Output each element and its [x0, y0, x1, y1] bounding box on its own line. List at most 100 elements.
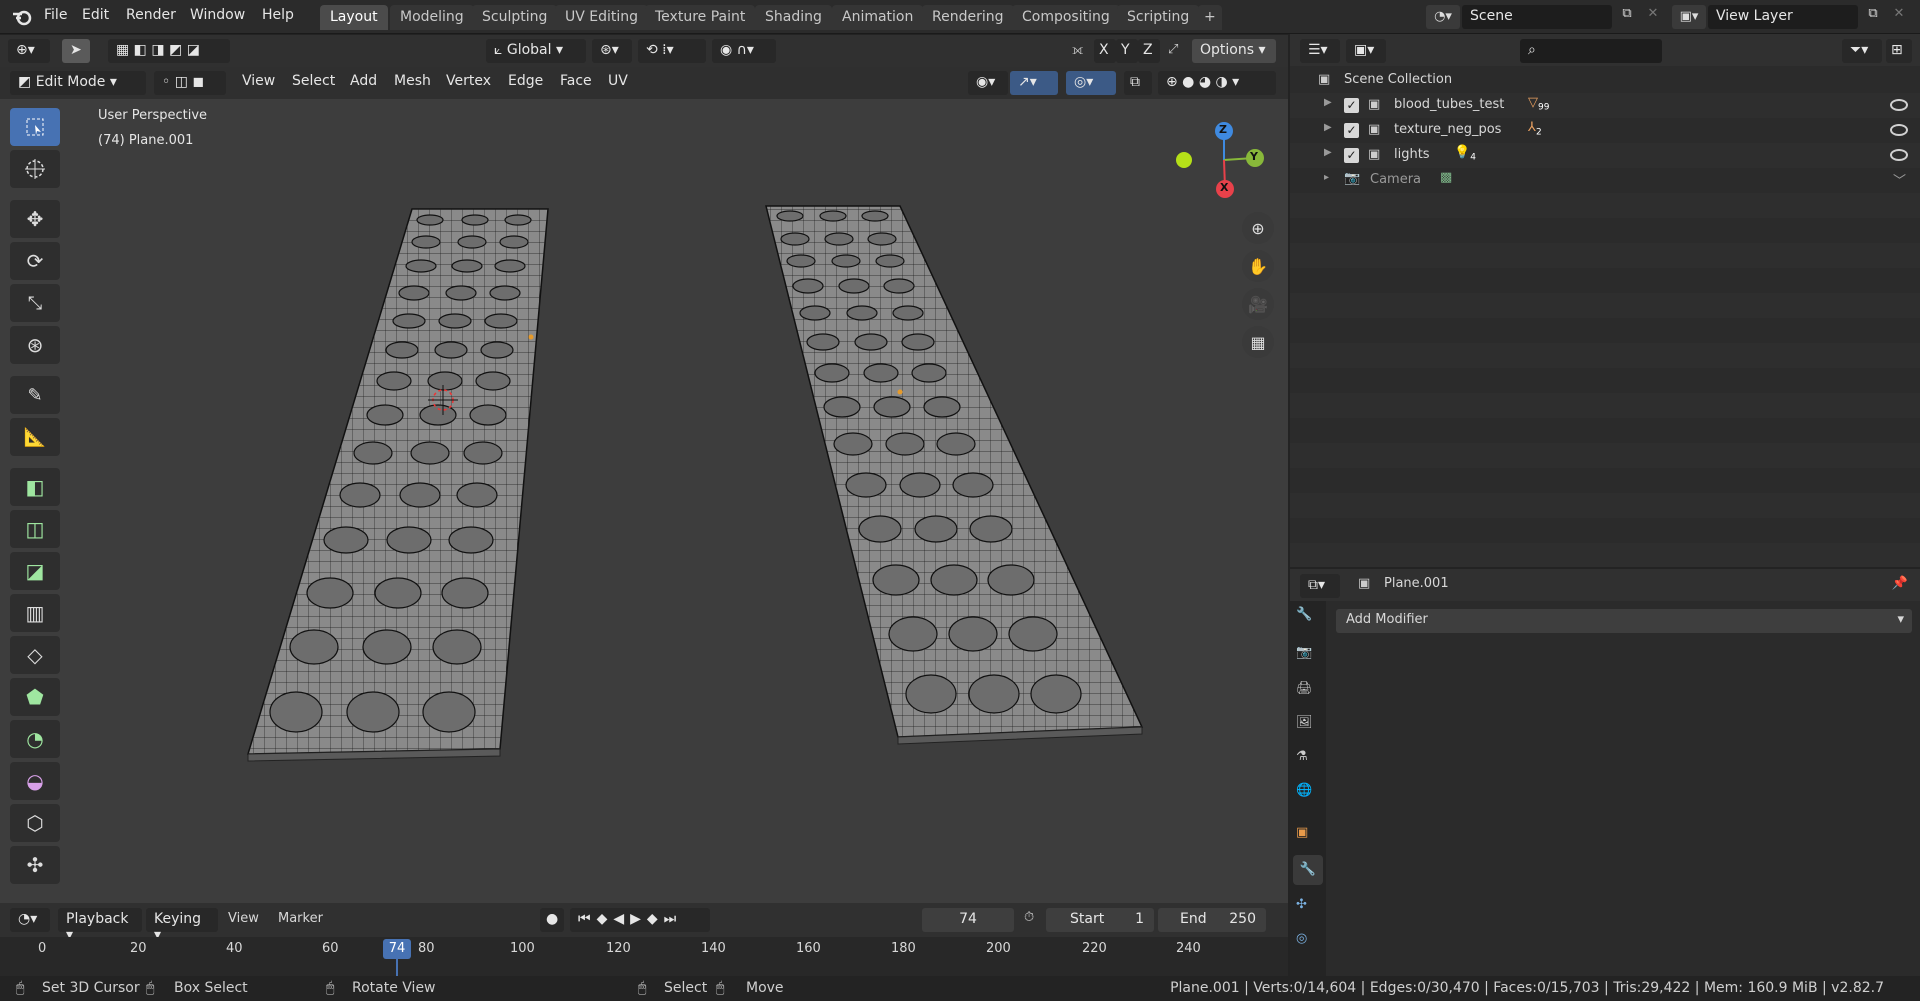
new-collection-icon[interactable]: ⊞ [1886, 39, 1912, 63]
current-frame-marker[interactable]: 74 [383, 939, 411, 959]
scale-tool-icon[interactable]: ⤡ [10, 284, 60, 322]
mirror-z-toggle[interactable]: Z [1138, 39, 1160, 63]
remove-scene-icon[interactable]: ✕ [1642, 6, 1664, 28]
timer-icon[interactable]: ⏱ [1024, 910, 1034, 925]
eye-icon[interactable] [1890, 124, 1908, 136]
editor-type-icon[interactable]: ⊕▾ [8, 39, 50, 63]
properties-editor-type-icon[interactable]: ⧉▾ [1300, 574, 1340, 598]
remove-view-layer-icon[interactable]: ✕ [1888, 6, 1910, 28]
knife-tool-icon[interactable]: ◇ [10, 636, 60, 674]
scene-icon[interactable]: ◔▾ [1426, 5, 1460, 29]
select-mode-buttons[interactable]: ▦ ◧ ◨ ◩ ◪ [108, 39, 230, 63]
filter-icon[interactable]: ⏷▾ [1842, 39, 1882, 63]
spin-tool-icon[interactable]: ◔ [10, 720, 60, 758]
tab-modeling[interactable]: Modeling [390, 5, 474, 30]
view-layer-field[interactable]: View Layer [1708, 5, 1858, 29]
new-scene-icon[interactable]: ⧉ [1616, 6, 1638, 28]
mirror-icon[interactable]: ⟗ [1072, 43, 1083, 58]
shrink-fatten-tool-icon[interactable]: ✣ [10, 846, 60, 884]
camera-data-icon[interactable]: ▩ [1440, 170, 1452, 185]
record-icon[interactable]: ● [540, 908, 564, 932]
exclude-checkbox[interactable]: ✓ [1344, 98, 1359, 113]
overlay-toggle-icon[interactable]: ◎▾ [1066, 71, 1116, 95]
timeline-view-menu[interactable]: View [228, 911, 259, 926]
scene-collection-row[interactable]: ▣ Scene Collection [1290, 68, 1920, 93]
auto-merge-icon[interactable]: ⤢ [1168, 42, 1178, 57]
left-plane-mesh[interactable] [246, 208, 549, 762]
particles-tab-icon[interactable]: ✣ [1296, 897, 1307, 912]
blender-logo-icon[interactable] [12, 8, 32, 26]
expand-arrow-icon[interactable]: ▶ [1324, 97, 1332, 108]
header-menu-uv[interactable]: UV [608, 73, 628, 89]
poly-build-tool-icon[interactable]: ⬟ [10, 678, 60, 716]
ortho-grid-icon[interactable]: ▦ [1242, 326, 1274, 358]
timeline-ruler[interactable]: 0 20 40 60 80 100 120 140 160 180 200 22… [0, 937, 1288, 976]
current-frame-field[interactable]: 74 [922, 908, 1014, 932]
exclude-checkbox[interactable]: ✓ [1344, 123, 1359, 138]
extrude-tool-icon[interactable]: ◧ [10, 468, 60, 506]
pivot-point-icon[interactable]: ⊛▾ [592, 39, 632, 63]
new-view-layer-icon[interactable]: ⧉ [1862, 6, 1884, 28]
exclude-checkbox[interactable]: ✓ [1344, 148, 1359, 163]
scene-tab-icon[interactable]: ⚗ [1296, 749, 1308, 764]
tool-tab-icon[interactable]: 🔧 [1296, 607, 1312, 622]
annotate-tool-icon[interactable]: ✎ [10, 376, 60, 414]
inset-tool-icon[interactable]: ◫ [10, 510, 60, 548]
light-icon[interactable]: 💡4 [1454, 145, 1476, 163]
rotate-tool-icon[interactable]: ⟳ [10, 242, 60, 280]
playback-controls[interactable]: ⏮◆◀▶◆⏭ [570, 908, 710, 932]
transform-tool-icon[interactable]: ⊛ [10, 326, 60, 364]
hidden-chevron-icon[interactable]: ﹀ [1893, 170, 1906, 189]
mirror-x-toggle[interactable]: X [1094, 39, 1116, 63]
end-frame-field[interactable]: End 250 [1158, 908, 1266, 932]
view-layer-icon[interactable]: ▣▾ [1672, 5, 1706, 29]
menu-render[interactable]: Render [126, 7, 176, 23]
expand-arrow-icon[interactable]: ▶ [1324, 122, 1332, 133]
select-box-tool-icon[interactable] [10, 108, 60, 146]
outliner-item[interactable]: ▶ ✓ ▣ blood_tubes_test ▽99 [1290, 93, 1920, 118]
menu-window[interactable]: Window [190, 7, 245, 23]
smooth-tool-icon[interactable]: ◒ [10, 762, 60, 800]
scene-name-field[interactable]: Scene [1462, 5, 1612, 29]
expand-arrow-icon[interactable]: ▸ [1324, 172, 1329, 183]
output-tab-icon[interactable]: 🖨 [1296, 681, 1313, 696]
camera-view-icon[interactable]: 🎥 [1242, 288, 1274, 320]
visibility-icon[interactable]: ◉▾ [968, 71, 1008, 95]
eye-icon[interactable] [1890, 149, 1908, 161]
bevel-tool-icon[interactable]: ◪ [10, 552, 60, 590]
move-tool-icon[interactable]: ✥ [10, 200, 60, 238]
tab-animation[interactable]: Animation [832, 5, 924, 30]
add-modifier-dropdown[interactable]: Add Modifier ▾ [1336, 609, 1912, 633]
edge-slide-tool-icon[interactable]: ⬡ [10, 804, 60, 842]
snap-icon[interactable]: ⟲ ⁞▾ [638, 39, 706, 63]
modifier-tab-icon[interactable]: 🔧 [1293, 855, 1323, 885]
eye-icon[interactable] [1890, 99, 1908, 111]
mode-dropdown[interactable]: ◩ Edit Mode ▾ [10, 71, 146, 95]
shading-mode-buttons[interactable]: ⊕ ● ◕ ◑ ▾ [1158, 71, 1276, 95]
tab-texture-paint[interactable]: Texture Paint [645, 5, 756, 30]
header-menu-add[interactable]: Add [350, 73, 377, 89]
measure-tool-icon[interactable]: 📐 [10, 418, 60, 456]
outliner-item[interactable]: ▸ 📷 Camera ▩ ﹀ [1290, 168, 1920, 193]
timeline-marker-menu[interactable]: Marker [278, 911, 323, 926]
navigation-gizmo[interactable]: Z Y X [1168, 118, 1268, 208]
loop-cut-tool-icon[interactable]: ▥ [10, 594, 60, 632]
gizmo-toggle-icon[interactable]: ↗▾ [1010, 71, 1058, 95]
armature-icon[interactable]: ⅄2 [1528, 120, 1542, 138]
viewport-canvas[interactable] [0, 99, 1288, 903]
tab-layout[interactable]: Layout [320, 5, 388, 30]
header-menu-select[interactable]: Select [292, 73, 335, 89]
header-menu-mesh[interactable]: Mesh [394, 73, 431, 89]
menu-help[interactable]: Help [262, 7, 294, 23]
tab-rendering[interactable]: Rendering [922, 5, 1014, 30]
proportional-edit-icon[interactable]: ◉ ∩▾ [712, 39, 776, 63]
gizmo-z-label[interactable]: Z [1219, 123, 1227, 136]
xray-toggle-icon[interactable]: ⧉ [1124, 71, 1152, 95]
gizmo-y-label[interactable]: Y [1250, 150, 1258, 163]
header-menu-view[interactable]: View [242, 73, 275, 89]
header-menu-edge[interactable]: Edge [508, 73, 543, 89]
options-dropdown[interactable]: Options ▾ [1192, 39, 1276, 63]
transform-orientation-dropdown[interactable]: ⟀ Global ▾ [486, 39, 586, 63]
display-mode-icon[interactable]: ▣▾ [1346, 39, 1386, 63]
header-menu-face[interactable]: Face [560, 73, 592, 89]
